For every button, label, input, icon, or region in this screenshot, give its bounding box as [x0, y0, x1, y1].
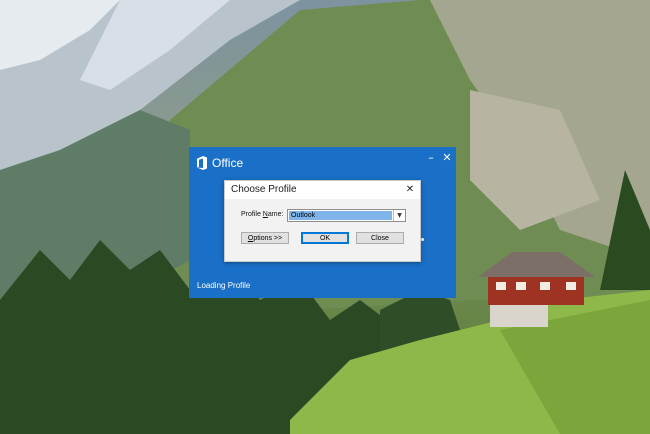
dialog-close-icon[interactable]: ✕ [403, 183, 417, 197]
options-button[interactable]: Options >> [241, 232, 289, 244]
profile-label-after: ame: [267, 211, 284, 218]
ok-button[interactable]: OK [301, 232, 349, 244]
minimize-button[interactable]: – [424, 151, 438, 165]
close-button[interactable]: Close [356, 232, 404, 244]
chevron-down-icon[interactable]: ▼ [393, 210, 405, 221]
dialog-title: Choose Profile [231, 184, 297, 195]
office-brand: Office [197, 155, 243, 171]
office-brand-name: Office [212, 156, 244, 170]
dialog-titlebar[interactable]: Choose Profile ✕ [225, 181, 420, 199]
profile-name-value: Outlook [289, 211, 392, 220]
profile-label-before: Profile [241, 211, 263, 218]
loading-progress-dot [421, 238, 424, 241]
profile-name-select[interactable]: Outlook ▼ [287, 209, 406, 222]
profile-name-label: Profile Name: [241, 211, 283, 218]
options-label: ptions >> [253, 235, 283, 242]
office-logo-icon [197, 156, 207, 170]
loading-status-text: Loading Profile [197, 281, 251, 290]
choose-profile-dialog: Choose Profile ✕ Profile Name: Outlook ▼… [224, 180, 421, 262]
splash-close-button[interactable]: ✕ [440, 151, 454, 165]
